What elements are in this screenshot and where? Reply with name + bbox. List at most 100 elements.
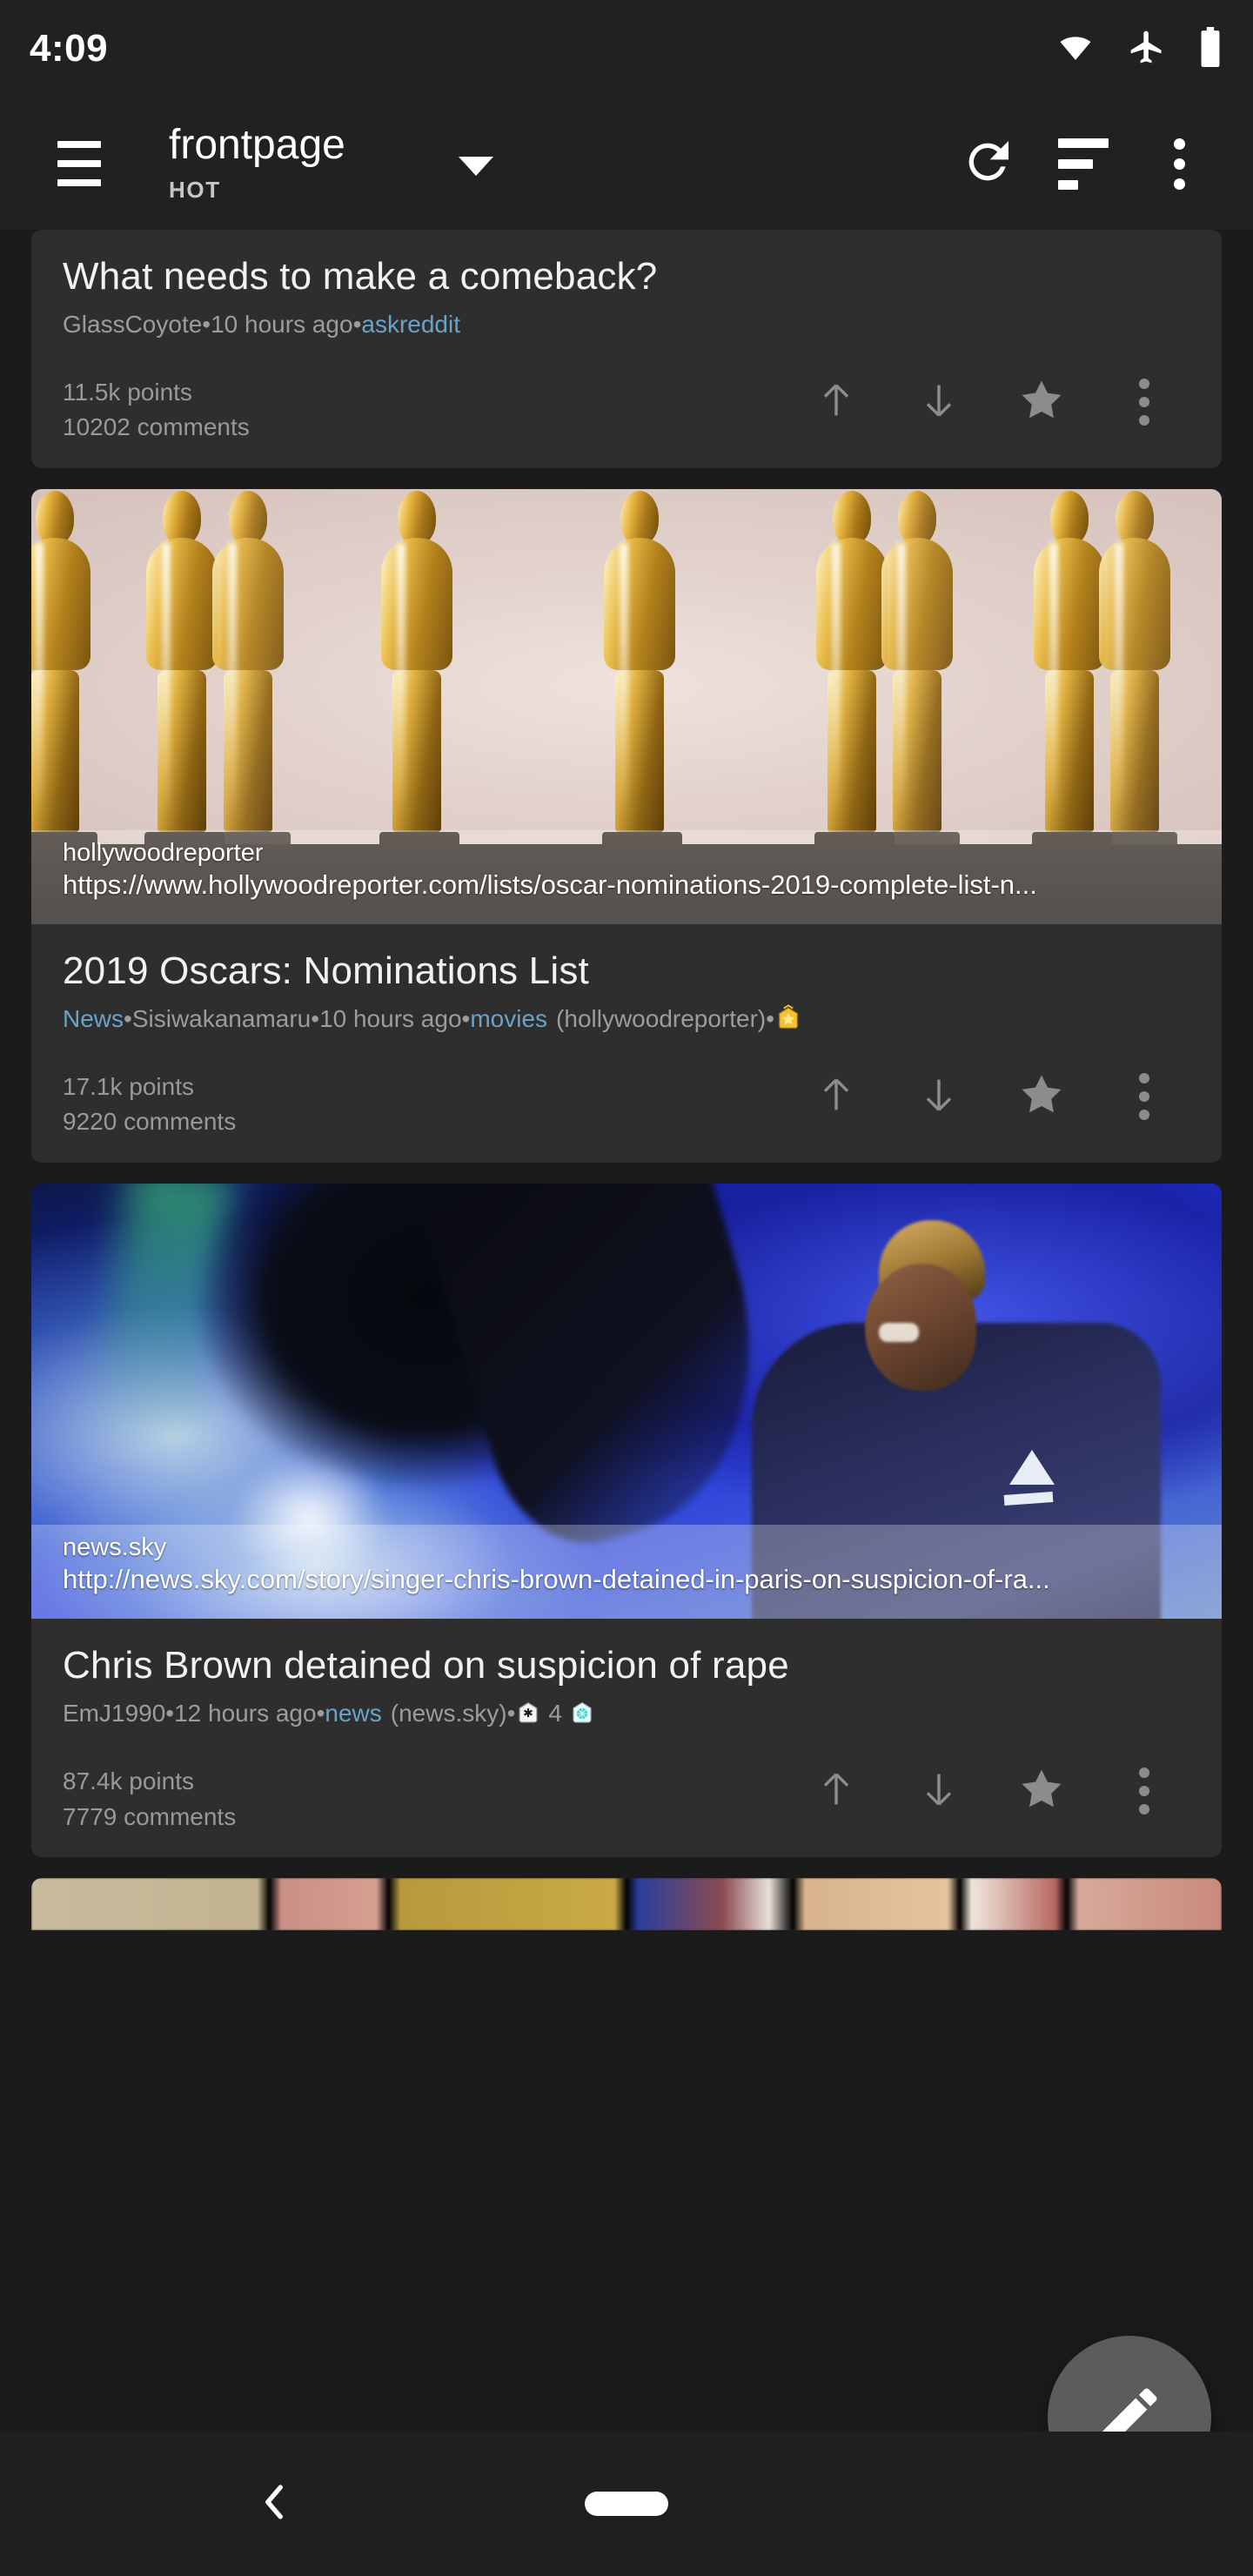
post-title: 2019 Oscars: Nominations List — [63, 949, 589, 993]
battery-icon — [1197, 26, 1223, 71]
media-url-full: https://www.hollywoodreporter.com/lists/… — [63, 869, 1037, 901]
refresh-icon — [960, 134, 1015, 194]
post-comments: 7779 comments — [63, 1802, 237, 1830]
post-action-icons — [785, 359, 1196, 446]
post-header: 2019 Oscars: Nominations List News • Sis… — [31, 924, 1222, 1034]
arrow-up-icon — [814, 378, 859, 427]
post-meta: News • Sisiwakanamaru • 10 hours ago • m… — [63, 1003, 1190, 1034]
downvote-button[interactable] — [888, 1053, 990, 1140]
post-action-row: 17.1k points 9220 comments — [31, 1034, 1222, 1163]
app-screen: 4:09 frontpage HOT What needs to make a … — [0, 0, 1253, 2576]
silver-award-icon — [515, 1700, 541, 1727]
post-action-row: 87.4k points 7779 comments — [31, 1728, 1222, 1857]
arrow-up-icon — [814, 1767, 859, 1816]
post-action-row: 11.5k points 10202 comments — [31, 339, 1222, 468]
system-nav-bar — [0, 2432, 1253, 2576]
arrow-up-icon — [814, 1072, 859, 1122]
post-feed[interactable]: What needs to make a comeback? GlassCoyo… — [0, 230, 1253, 2432]
status-bar: 4:09 — [0, 0, 1253, 97]
media-url-full: http://news.sky.com/story/singer-chris-b… — [63, 1564, 1050, 1595]
more-vertical-icon — [1139, 1768, 1149, 1815]
post-age: 10 hours ago — [211, 311, 353, 339]
save-button[interactable] — [990, 1053, 1093, 1140]
media-url-overlay[interactable]: news.sky http://news.sky.com/story/singe… — [31, 1525, 1222, 1620]
post-card[interactable]: What needs to make a comeback? GlassCoyo… — [31, 230, 1222, 469]
status-icons — [1055, 26, 1223, 71]
meta-sep: • — [316, 1700, 325, 1727]
sort-icon — [1058, 138, 1109, 190]
chevron-left-icon — [249, 2477, 299, 2532]
post-header: What needs to make a comeback? GlassCoyo… — [31, 230, 1222, 339]
post-overflow-button[interactable] — [1093, 1748, 1196, 1835]
hamburger-menu-icon[interactable] — [42, 126, 117, 201]
post-author: EmJ1990 — [63, 1700, 166, 1727]
appbar-title-group[interactable]: frontpage HOT — [169, 123, 345, 203]
arrow-down-icon — [916, 1767, 962, 1816]
post-author: GlassCoyote — [63, 311, 203, 339]
more-vertical-icon — [1173, 138, 1185, 190]
post-comments: 9220 comments — [63, 1108, 237, 1136]
upvote-button[interactable] — [785, 1748, 888, 1835]
post-card[interactable] — [31, 1878, 1222, 1931]
app-bar: frontpage HOT — [0, 97, 1253, 230]
more-vertical-icon — [1139, 379, 1149, 426]
post-overflow-button[interactable] — [1093, 359, 1196, 446]
post-media[interactable] — [31, 1878, 1222, 1931]
post-points: 17.1k points — [63, 1072, 194, 1100]
teal-award-icon — [569, 1700, 595, 1727]
post-action-icons — [785, 1748, 1196, 1835]
star-icon — [1018, 1071, 1065, 1123]
save-button[interactable] — [990, 359, 1093, 446]
upvote-button[interactable] — [785, 359, 888, 446]
sort-button[interactable] — [1035, 116, 1131, 211]
post-card[interactable]: hollywoodreporter https://www.hollywoodr… — [31, 489, 1222, 1164]
more-vertical-icon — [1139, 1073, 1149, 1121]
post-age: 10 hours ago — [319, 1005, 462, 1033]
meta-sep: • — [352, 311, 362, 339]
arrow-down-icon — [916, 378, 962, 427]
nav-home-pill[interactable] — [585, 2492, 668, 2516]
gold-award-icon — [774, 1003, 802, 1034]
post-media[interactable]: hollywoodreporter https://www.hollywoodr… — [31, 489, 1222, 925]
star-icon — [1018, 1766, 1065, 1817]
meta-sep: • — [766, 1005, 775, 1033]
post-subreddit-link[interactable]: movies — [470, 1003, 547, 1034]
post-overflow-button[interactable] — [1093, 1053, 1196, 1140]
post-media[interactable]: news.sky http://news.sky.com/story/singe… — [31, 1184, 1222, 1620]
post-subreddit-link[interactable]: news — [325, 1698, 381, 1728]
post-author: Sisiwakanamaru — [131, 1005, 312, 1033]
media-url-domain: news.sky — [63, 1533, 167, 1562]
downvote-button[interactable] — [888, 359, 990, 446]
post-comments: 10202 comments — [63, 413, 250, 441]
chevron-down-icon[interactable] — [458, 157, 493, 176]
sort-label: HOT — [169, 176, 221, 203]
post-title: Chris Brown detained on suspicion of rap… — [63, 1644, 789, 1687]
post-flair[interactable]: News — [63, 1003, 124, 1034]
airplane-mode-icon — [1128, 28, 1166, 70]
downvote-button[interactable] — [888, 1748, 990, 1835]
meta-sep: • — [461, 1005, 471, 1033]
post-score: 11.5k points 10202 comments — [63, 375, 250, 446]
media-url-domain: hollywoodreporter — [63, 839, 264, 868]
post-header: Chris Brown detained on suspicion of rap… — [31, 1619, 1222, 1728]
post-meta: EmJ1990 • 12 hours ago • news (news.sky)… — [63, 1698, 1190, 1728]
post-title: What needs to make a comeback? — [63, 255, 658, 298]
post-score: 17.1k points 9220 comments — [63, 1070, 236, 1140]
post-card[interactable]: news.sky http://news.sky.com/story/singe… — [31, 1184, 1222, 1858]
award-count: 4 — [548, 1700, 562, 1727]
post-subreddit-link[interactable]: askreddit — [361, 309, 460, 339]
refresh-button[interactable] — [940, 116, 1035, 211]
meta-sep: • — [311, 1005, 320, 1033]
post-age: 12 hours ago — [174, 1700, 317, 1727]
upvote-button[interactable] — [785, 1053, 888, 1140]
save-button[interactable] — [990, 1748, 1093, 1835]
meta-sep: • — [165, 1700, 175, 1727]
media-url-overlay[interactable]: hollywoodreporter https://www.hollywoodr… — [31, 830, 1222, 925]
post-points: 11.5k points — [63, 378, 192, 406]
arrow-down-icon — [916, 1072, 962, 1122]
overflow-menu-button[interactable] — [1131, 116, 1227, 211]
nav-back-button[interactable] — [231, 2460, 318, 2547]
appbar-actions — [940, 116, 1227, 211]
post-meta: GlassCoyote • 10 hours ago • askreddit — [63, 309, 1190, 339]
wifi-icon — [1055, 30, 1096, 69]
